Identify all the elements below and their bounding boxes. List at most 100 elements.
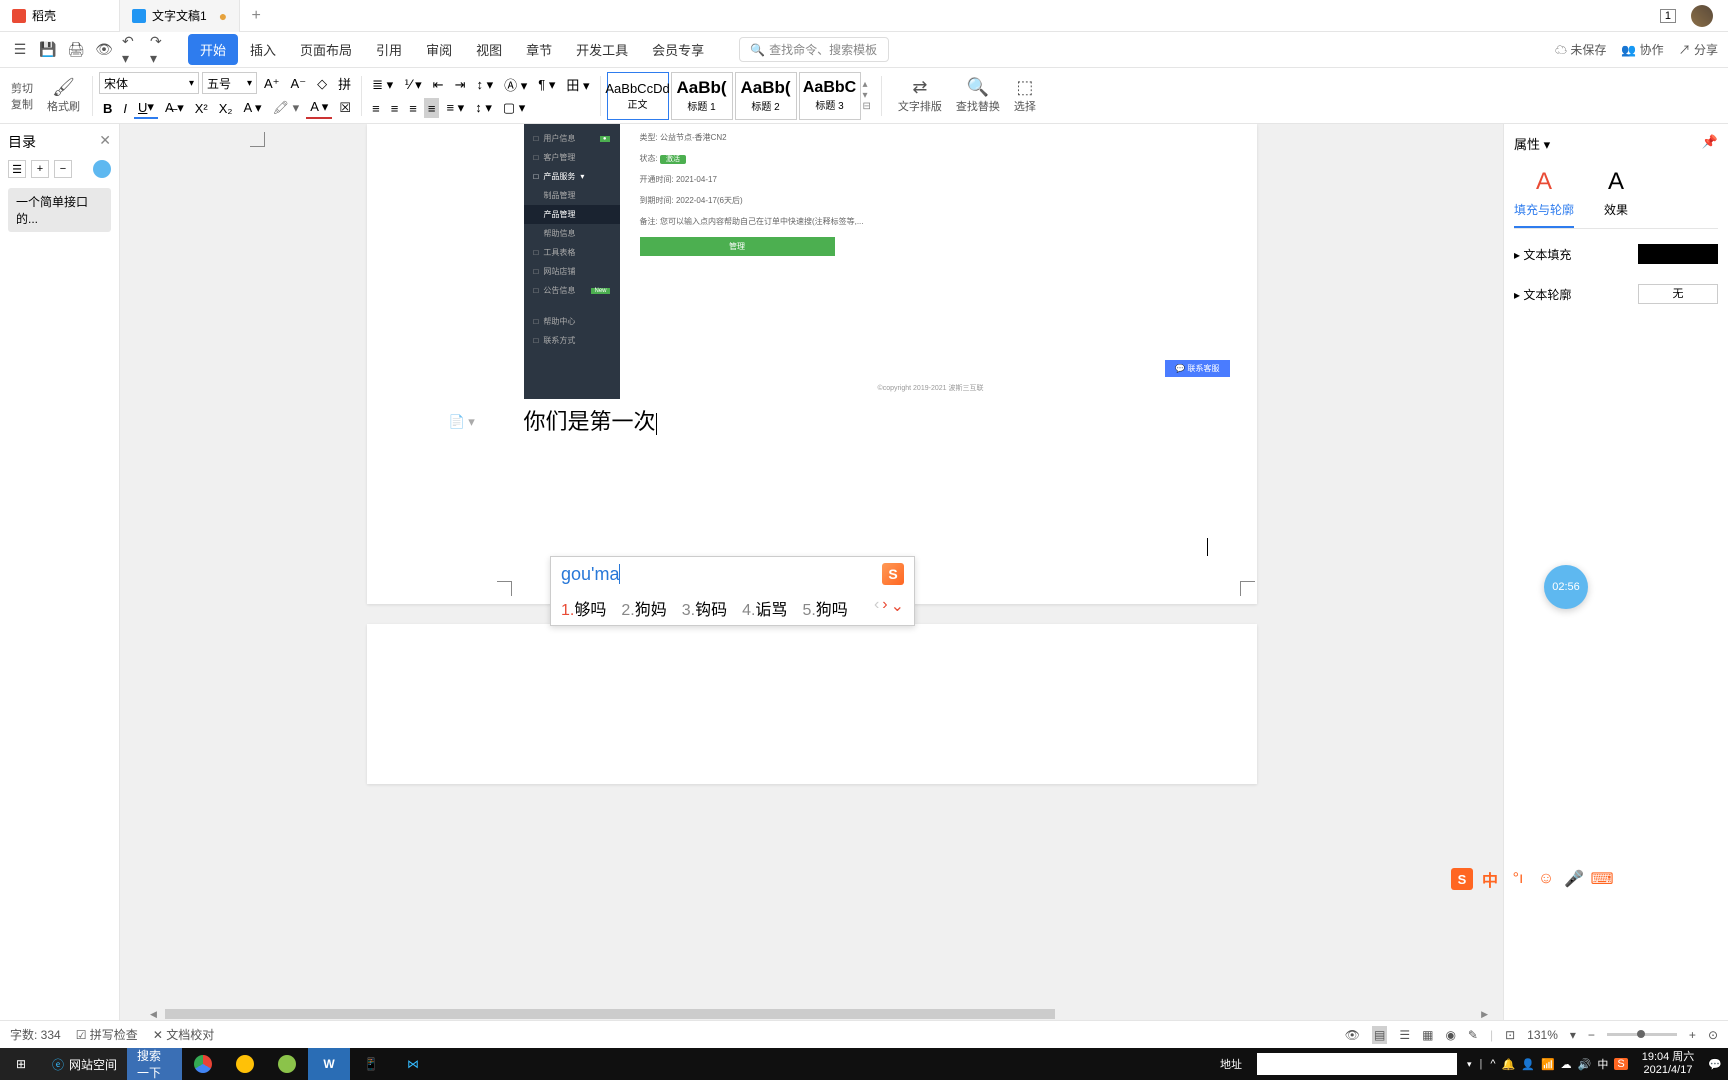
font-color-icon[interactable]: A ▾ (306, 97, 332, 119)
window-indicator[interactable]: 1 (1660, 9, 1676, 23)
view-write-icon[interactable]: ✎ (1468, 1028, 1478, 1042)
phonetic-icon[interactable]: 拼 (334, 72, 355, 95)
brush-icon[interactable]: 🖌 (52, 77, 75, 98)
shading-icon[interactable]: ▢ ▾ (499, 98, 529, 118)
nav-tool-2[interactable]: + (31, 160, 49, 178)
view-page-icon[interactable]: ▤ (1372, 1026, 1387, 1044)
outline-none[interactable]: 无 (1638, 284, 1718, 304)
taskbar-chrome[interactable] (182, 1048, 224, 1080)
taskbar-app2[interactable] (266, 1048, 308, 1080)
ime-cand-1[interactable]: 1.够吗 (561, 596, 606, 620)
fit-icon[interactable]: ⊡ (1505, 1028, 1515, 1042)
taskbar-ie[interactable]: ⓔ 网站空间 (42, 1048, 127, 1080)
nav-item-1[interactable]: 一个简单接口的... (8, 188, 111, 232)
tray-lang[interactable]: 中 (1597, 1056, 1608, 1072)
keyboard-icon[interactable]: ⌨ (1591, 868, 1613, 890)
tab-dev[interactable]: 开发工具 (564, 34, 640, 65)
preview-icon[interactable]: 👁 (94, 40, 114, 60)
dec-font-icon[interactable]: A⁻ (287, 72, 311, 95)
punct-icon[interactable]: °ı (1507, 868, 1529, 890)
style-body[interactable]: AaBbCcDd正文 (607, 72, 669, 120)
start-button[interactable]: ⊞ (0, 1048, 42, 1080)
style-down-icon[interactable]: ▾ (863, 90, 871, 101)
font-select[interactable]: 宋体▾ (99, 72, 199, 94)
taskbar-address-input[interactable] (1257, 1053, 1457, 1075)
zoom-value[interactable]: 131% (1527, 1028, 1558, 1042)
unsaved-label[interactable]: ☁ 未保存 (1555, 41, 1606, 58)
sort-icon[interactable]: Ⓐ ▾ (500, 73, 531, 96)
tab-ref[interactable]: 引用 (364, 34, 414, 65)
user-avatar[interactable] (1691, 5, 1713, 27)
tray-sogou-icon[interactable]: S (1614, 1058, 1627, 1070)
distribute-icon[interactable]: ≡ ▾ (442, 98, 468, 118)
linespace-icon[interactable]: ↕ ▾ (472, 73, 497, 96)
timer-overlay[interactable]: 02:56 (1544, 565, 1588, 609)
style-more-icon[interactable]: ⊟ (863, 101, 871, 112)
fill-outline-tab[interactable]: A填充与轮廓 (1514, 168, 1574, 228)
ime-cand-3[interactable]: 3.钩码 (682, 596, 727, 620)
ime-cand-2[interactable]: 2.狗妈 (621, 596, 666, 620)
ime-cand-4[interactable]: 4.诟骂 (742, 596, 787, 620)
tab-vip[interactable]: 会员专享 (640, 34, 716, 65)
document-canvas[interactable]: □ 用户信息● □ 客户管理 □ 产品服务 ▾ 制品管理 产品管理 帮助信息 □… (120, 124, 1503, 1048)
word-count[interactable]: 字数: 334 (10, 1026, 61, 1043)
underline-icon[interactable]: U ▾ (134, 97, 158, 119)
marks-icon[interactable]: ¶ ▾ (534, 73, 559, 96)
style-h1[interactable]: AaBb(标题 1 (671, 72, 733, 120)
taskbar-app1[interactable] (224, 1048, 266, 1080)
find-icon[interactable]: 🔍 (967, 77, 989, 98)
text-fill-row[interactable]: ▸ 文本填充 (1514, 244, 1718, 264)
cut-btn[interactable]: 剪切 (11, 80, 33, 96)
tray-vol-icon[interactable]: 🔊 (1578, 1058, 1592, 1071)
bold-icon[interactable]: B (99, 97, 116, 119)
tab-docer[interactable]: 稻壳 (0, 0, 120, 32)
taskbar-search[interactable]: 搜索一下 (127, 1048, 182, 1080)
mic-icon[interactable]: 🎤 (1563, 868, 1585, 890)
select-icon[interactable]: ⬚ (1016, 77, 1033, 98)
indent-icon[interactable]: ⇥ (451, 73, 470, 96)
scroll-thumb[interactable] (165, 1009, 1055, 1019)
effect-tab[interactable]: A效果 (1604, 168, 1628, 228)
tab-document[interactable]: 文字文稿1 ● (120, 0, 240, 32)
align-justify-icon[interactable]: ≡ (424, 98, 440, 118)
print-icon[interactable]: 🖨 (66, 40, 86, 60)
taskbar-phone[interactable]: 📱 (350, 1048, 392, 1080)
document-text[interactable]: 你们是第一次 (524, 404, 657, 436)
nav-tool-3[interactable]: − (54, 160, 72, 178)
zoom-slider[interactable] (1607, 1033, 1677, 1036)
tab-insert[interactable]: 插入 (238, 34, 288, 65)
align-center-icon[interactable]: ≡ (387, 98, 403, 118)
tab-review[interactable]: 审阅 (414, 34, 464, 65)
close-nav-icon[interactable]: ✕ (99, 132, 111, 149)
tray-cloud-icon[interactable]: ☁ (1561, 1058, 1572, 1071)
align-left-icon[interactable]: ≡ (368, 98, 384, 118)
taskbar-vscode[interactable]: ⋈ (392, 1048, 434, 1080)
tab-view[interactable]: 视图 (464, 34, 514, 65)
undo-icon[interactable]: ↶ ▾ (122, 40, 142, 60)
menu-icon[interactable]: ☰ (10, 40, 30, 60)
tray-up-icon[interactable]: ^ (1490, 1058, 1495, 1070)
ime-prev-icon[interactable]: ‹ (874, 596, 879, 620)
spell-check[interactable]: ☑ 拼写检查 (76, 1026, 138, 1043)
taskbar-wps[interactable]: W (308, 1048, 350, 1080)
tray-action-icon[interactable]: 💬 (1708, 1058, 1722, 1071)
tray-wifi-icon[interactable]: 📶 (1541, 1058, 1555, 1071)
ime-candidate-window[interactable]: gou'ma S 1.够吗 2.狗妈 3.钩码 4.诟骂 5.狗吗 ‹›⌄ (550, 556, 915, 626)
view-full-icon[interactable]: ◉ (1445, 1028, 1455, 1042)
view-outline-icon[interactable]: ☰ (1399, 1028, 1410, 1042)
zoom-out-icon[interactable]: − (1588, 1028, 1595, 1042)
numbering-icon[interactable]: ⅟ ▾ (400, 73, 426, 96)
strike-icon[interactable]: A̶ ▾ (161, 97, 188, 119)
align-right-icon[interactable]: ≡ (405, 98, 421, 118)
char-border-icon[interactable]: ☒ (335, 97, 355, 119)
tray-people-icon[interactable]: 👤 (1521, 1058, 1535, 1071)
taskbar-clock[interactable]: 19:04 周六 2021/4/17 (1634, 1051, 1703, 1077)
zoom-in-icon[interactable]: + (1689, 1028, 1696, 1042)
tab-chapter[interactable]: 章节 (514, 34, 564, 65)
italic-icon[interactable]: I (119, 97, 131, 119)
nav-avatar-icon[interactable] (93, 160, 111, 178)
clear-fmt-icon[interactable]: ◇ (313, 72, 331, 95)
style-h2[interactable]: AaBb(标题 2 (735, 72, 797, 120)
highlight-icon[interactable]: 🖍 ▾ (269, 97, 304, 119)
doc-proof[interactable]: ✕ 文档校对 (153, 1026, 214, 1043)
